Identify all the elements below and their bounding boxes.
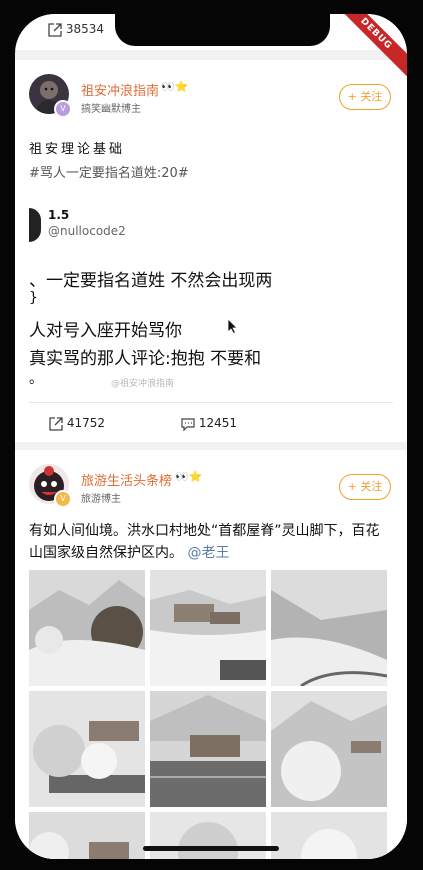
- photo-thumbnail[interactable]: [150, 691, 266, 807]
- user-tag: 旅游博主: [81, 494, 121, 505]
- photo-thumbnail[interactable]: [29, 691, 145, 807]
- share-count: 41752: [66, 416, 106, 430]
- comment-count: 12451: [198, 416, 238, 430]
- mention-link[interactable]: @老王: [187, 545, 229, 561]
- embedded-handle: @nullocode2: [48, 224, 126, 238]
- embedded-avatar: [29, 208, 41, 242]
- photo-thumbnail[interactable]: [150, 570, 266, 686]
- post-username[interactable]: 旅游生活头条榜: [81, 470, 172, 489]
- post-username[interactable]: 祖安冲浪指南: [81, 80, 159, 99]
- snow-photo: [29, 812, 145, 859]
- photo-thumbnail[interactable]: [29, 812, 145, 859]
- mouse-cursor-icon: [227, 318, 238, 334]
- embedded-text-line: 。: [29, 371, 43, 387]
- comment-button[interactable]: 12451: [181, 416, 237, 431]
- snow-photo: [150, 691, 266, 807]
- snow-photo: [271, 570, 387, 686]
- embedded-username: 1.5: [48, 208, 70, 222]
- embedded-text-line: 真实骂的那人评论:抱抱 不要和: [29, 349, 262, 369]
- user-tag: 搞笑幽默博主: [81, 104, 141, 115]
- user-badge-icon: 👀⭐: [161, 80, 189, 93]
- app-screen: DEBUG 38534 V 祖安冲浪指南 👀⭐ 搞笑幽默博主 + 关注 祖安理论…: [15, 14, 407, 859]
- comment-icon: [181, 417, 195, 431]
- snow-photo: [150, 570, 266, 686]
- divider: [29, 402, 393, 403]
- verified-icon: V: [54, 490, 72, 508]
- snow-photo: [271, 691, 387, 807]
- verified-icon: V: [54, 100, 72, 118]
- embedded-text-line: }: [29, 290, 38, 306]
- photo-thumbnail[interactable]: [271, 691, 387, 807]
- follow-button[interactable]: + 关注: [339, 474, 391, 500]
- image-watermark: @祖安冲浪指南: [111, 379, 175, 389]
- embedded-text-line: 、一定要指名道姓 不然会出现两: [29, 271, 273, 291]
- photo-thumbnail[interactable]: [271, 812, 387, 859]
- share-icon: [49, 416, 63, 431]
- post-text: 有如人间仙境。洪水口村地处“首都屋脊”灵山脚下，百花山国家级自然保护区内。 @老…: [29, 520, 393, 564]
- share-button[interactable]: 41752: [49, 416, 105, 431]
- snow-photo: [150, 812, 266, 859]
- post-title: 祖安理论基础: [29, 142, 126, 157]
- post-card[interactable]: V 旅游生活头条榜 👀⭐ 旅游博主 + 关注 有如人间仙境。洪水口村地处“首都屋…: [15, 450, 407, 859]
- photo-thumbnail[interactable]: [271, 570, 387, 686]
- share-count-top: 38534: [65, 22, 105, 36]
- follow-button[interactable]: + 关注: [339, 84, 391, 110]
- phone-frame: DEBUG 38534 V 祖安冲浪指南 👀⭐ 搞笑幽默博主 + 关注 祖安理论…: [0, 0, 423, 870]
- user-badge-icon: 👀⭐: [175, 470, 203, 483]
- snow-photo: [29, 691, 145, 807]
- share-icon: [48, 22, 62, 37]
- home-indicator[interactable]: [143, 846, 279, 851]
- post-card[interactable]: V 祖安冲浪指南 👀⭐ 搞笑幽默博主 + 关注 祖安理论基础 #骂人一定要指名道…: [15, 60, 407, 442]
- share-stat-top[interactable]: 38534: [48, 22, 104, 37]
- snow-photo: [29, 570, 145, 686]
- photo-thumbnail[interactable]: [29, 570, 145, 686]
- hashtag-link[interactable]: #骂人一定要指名道姓:20#: [29, 162, 189, 181]
- photo-thumbnail[interactable]: [150, 812, 266, 859]
- embedded-text-line: 人对号入座开始骂你: [29, 321, 182, 341]
- device-notch: [115, 14, 330, 46]
- snow-photo: [271, 812, 387, 859]
